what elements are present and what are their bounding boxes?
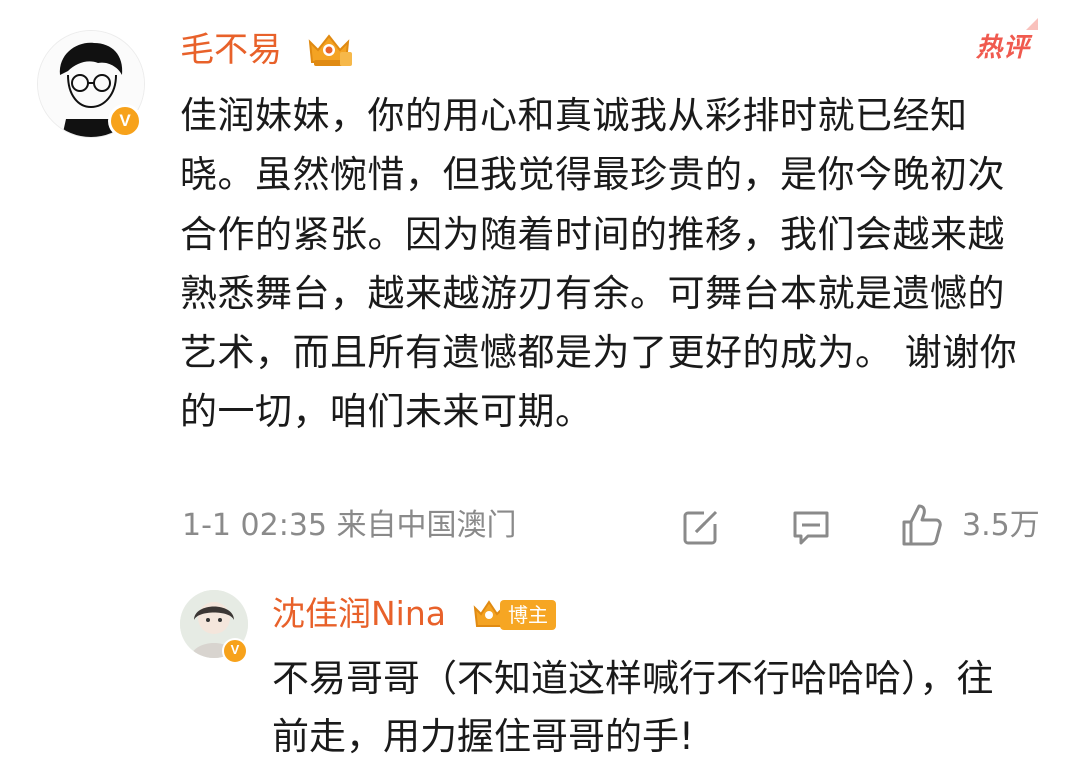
comment-username[interactable]: 毛不易	[180, 30, 282, 70]
comment-text: 佳润妹妹，你的用心和真诚我从彩排时就已经知晓。虽然惋惜，但我觉得最珍贵的，是你今…	[180, 94, 1018, 434]
comment-icon[interactable]	[790, 506, 832, 548]
hot-corner-decoration	[1026, 18, 1038, 30]
reply-verified-badge: V	[222, 638, 248, 664]
verified-badge: V	[108, 104, 142, 138]
reply-username[interactable]: 沈佳润Nina	[272, 594, 446, 634]
blogger-badge: 博主	[500, 600, 556, 630]
reply-text: 不易哥哥（不知道这样喊行不行哈哈哈），往前走，用力握住哥哥的手!	[272, 657, 994, 758]
hot-comment-label: 热评	[975, 33, 1030, 63]
crown-badge-icon	[308, 34, 352, 66]
like-count: 3.5万	[962, 508, 1040, 543]
comment-meta: 1-1 02:35 来自中国澳门	[182, 508, 517, 543]
like-icon[interactable]	[898, 502, 944, 548]
share-icon[interactable]	[680, 506, 722, 548]
